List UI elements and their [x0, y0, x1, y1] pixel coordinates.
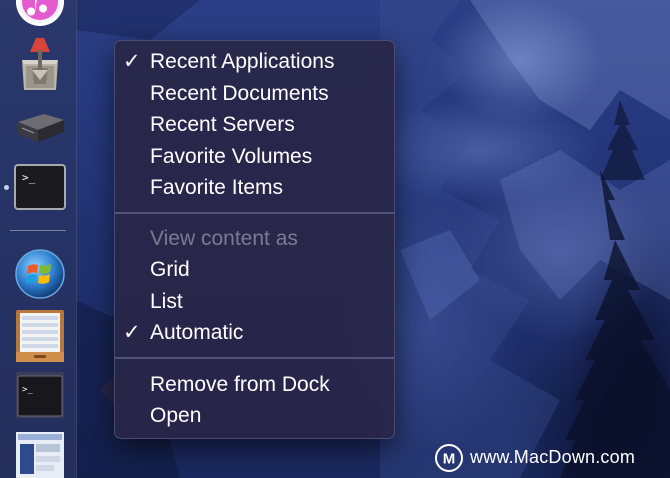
archive-utility-icon — [22, 38, 58, 90]
watermark-text: www.MacDown.com — [470, 447, 636, 467]
terminal-prompt: >_ — [22, 171, 36, 184]
menu-pointer-arrow — [100, 374, 115, 406]
screenshot-thumb-icon — [16, 432, 64, 478]
running-indicator — [4, 185, 9, 190]
menu-item-favorite-volumes[interactable]: Favorite Volumes — [115, 141, 394, 172]
menu-separator — [115, 212, 394, 214]
menu-item-automatic[interactable]: ✓ Automatic — [115, 317, 394, 348]
menu-item-list[interactable]: List — [115, 286, 394, 317]
dock-context-menu: ✓ Recent Applications Recent Documents R… — [114, 40, 395, 439]
dock-item-windows[interactable] — [14, 248, 66, 305]
svg-text:M: M — [443, 451, 456, 468]
menu-item-open[interactable]: Open — [115, 400, 394, 431]
drive-icon — [18, 114, 64, 142]
menu-item-favorite-items[interactable]: Favorite Items — [115, 172, 394, 203]
dock-item-screenshot[interactable] — [14, 432, 66, 478]
dock-item-itunes[interactable] — [14, 0, 66, 35]
menu-item-grid[interactable]: Grid — [115, 254, 394, 285]
menu-header-view-content-as: View content as — [150, 227, 298, 250]
menu-item-recent-documents[interactable]: Recent Documents — [115, 78, 394, 109]
windows-icon — [15, 249, 65, 299]
terminal-stack-prompt: >_ — [22, 385, 33, 395]
dock: >_ >_ — [0, 0, 77, 478]
dock-item-stack-folder[interactable] — [14, 308, 66, 369]
dock-separator — [10, 230, 66, 231]
menu-item-recent-applications[interactable]: ✓ Recent Applications — [115, 46, 394, 77]
dock-item-archive-utility[interactable] — [14, 34, 66, 99]
menu-item-recent-servers[interactable]: Recent Servers — [115, 109, 394, 140]
menu-separator — [115, 357, 394, 359]
checkmark-icon: ✓ — [123, 320, 141, 344]
dock-item-drive[interactable] — [14, 106, 66, 151]
stack-folder-icon — [16, 310, 64, 362]
checkmark-icon: ✓ — [123, 49, 141, 73]
terminal-icon: >_ — [14, 164, 66, 210]
macdown-logo-icon: M — [435, 444, 463, 472]
itunes-icon — [16, 0, 64, 26]
dock-item-terminal[interactable]: >_ — [14, 164, 66, 215]
dock-item-terminal-stack[interactable]: >_ — [14, 372, 66, 425]
terminal-stack-icon: >_ — [16, 372, 64, 418]
menu-item-remove-from-dock[interactable]: Remove from Dock — [115, 369, 394, 400]
